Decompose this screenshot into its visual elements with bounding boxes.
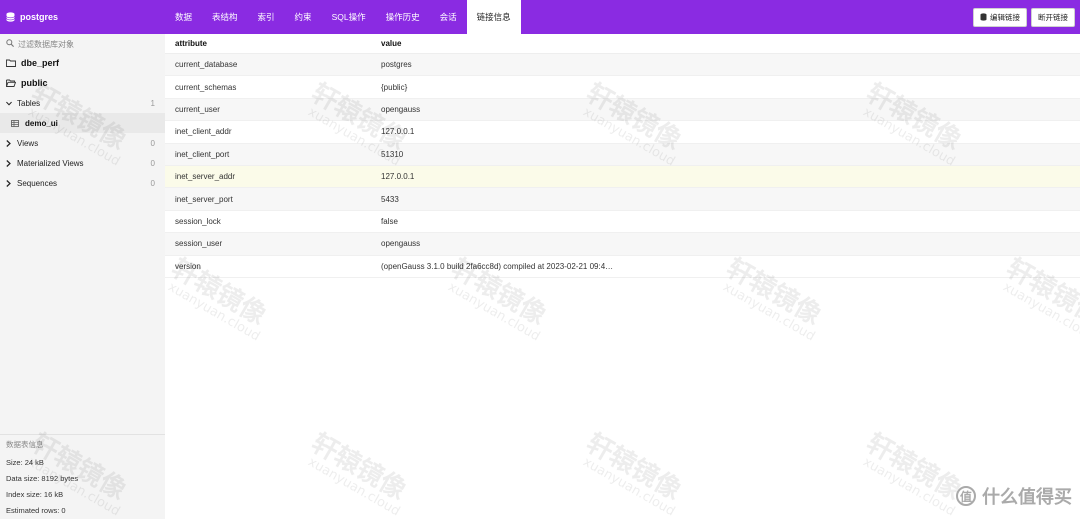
tab-history[interactable]: 操作历史 [376,0,430,34]
tab-sessions[interactable]: 会话 [430,0,467,34]
search-icon [6,39,14,49]
table-item-label: demo_ui [25,118,58,128]
group-label: Materialized Views [17,158,84,168]
disconnect-label: 断开链接 [1038,12,1068,22]
tab-data[interactable]: 数据 [165,0,202,34]
cell-value: {public} [381,82,408,92]
cell-attribute: inet_client_addr [175,127,232,137]
cell-attribute: session_lock [175,216,221,226]
table-row[interactable]: current_schemas {public} [165,76,1080,99]
table-row[interactable]: inet_server_port 5433 [165,188,1080,211]
tab-spacer [521,0,973,34]
table-icon [11,119,19,127]
cell-value: opengauss [381,104,421,114]
cell-attribute: inet_server_port [175,194,233,204]
group-views[interactable]: Views 0 [0,133,165,153]
group-tables[interactable]: Tables 1 [0,93,165,113]
database-icon [980,13,987,21]
header-actions: 编辑链接 断开链接 [973,0,1080,34]
cell-value: (openGauss 3.1.0 build 2fa6cc8d) compile… [381,261,614,271]
table-row[interactable]: current_user opengauss [165,98,1080,122]
cell-attribute: inet_server_addr [175,172,236,182]
logo-text: 什么值得买 [982,487,1072,508]
database-name: postgres [20,12,59,22]
group-label: Tables [17,98,41,108]
table-row[interactable]: inet_client_addr 127.0.0.1 [165,121,1080,144]
filter-input[interactable] [18,39,158,49]
tab-connection-info[interactable]: 链接信息 [466,0,521,34]
table-item-demo-ui[interactable]: demo_ui [0,113,165,133]
cell-value: 5433 [381,194,399,204]
corner-logo: 值 什么值得买 [956,483,1072,509]
group-count: 1 [150,98,155,108]
top-tab-bar: 数据 表结构 索引 约束 SQL操作 操作历史 会话 链接信息 编辑链接 断开链… [165,0,1080,34]
group-sequences[interactable]: Sequences 0 [0,173,165,193]
table-info-panel: 数据表信息 Size: 24 kB Data size: 8192 bytes … [0,434,165,519]
column-header-value: value [381,39,402,48]
tab-indexes[interactable]: 索引 [248,0,285,34]
cell-attribute: current_user [175,104,220,114]
table-row[interactable]: session_user opengauss [165,233,1080,256]
table-info-title: 数据表信息 [6,440,44,449]
table-row[interactable]: inet_client_port 51310 [165,143,1080,166]
chevron-right-icon [6,139,12,147]
group-count: 0 [150,158,155,168]
table-estimated-rows: Estimated rows: 0 [6,506,66,515]
edit-connection-label: 编辑链接 [990,12,1020,22]
cell-value: postgres [381,60,412,70]
table-size: Size: 24 kB [6,458,44,467]
cell-attribute: session_user [175,239,223,249]
cell-value: opengauss [381,239,421,249]
cell-attribute: inet_client_port [175,149,230,159]
chevron-down-icon [6,101,12,106]
folder-icon [6,59,16,67]
sidebar: postgres dbe_perf public Tables 1 demo_u… [0,0,165,519]
folder-open-icon [6,79,16,87]
filter-bar [0,35,165,53]
table-index-size: Index size: 16 kB [6,490,64,499]
database-icon [6,12,15,22]
cell-value: 127.0.0.1 [381,127,415,137]
schema-item-public[interactable]: public [0,73,165,93]
database-header[interactable]: postgres [0,0,165,34]
cell-attribute: current_database [175,60,238,70]
tab-constraints[interactable]: 约束 [285,0,322,34]
cell-value: false [381,216,398,226]
cell-value: 51310 [381,149,404,159]
column-header-attribute: attribute [175,39,207,48]
cell-attribute: version [175,261,201,271]
table-row[interactable]: version (openGauss 3.1.0 build 2fa6cc8d) … [165,256,1080,278]
table-data-size: Data size: 8192 bytes [6,474,79,483]
schema-label: public [21,78,48,88]
table-row[interactable]: session_lock false [165,211,1080,234]
group-label: Views [17,138,39,148]
schema-item-dbe-perf[interactable]: dbe_perf [0,53,165,73]
schema-label: dbe_perf [21,58,60,68]
tab-structure[interactable]: 表结构 [202,0,248,34]
cell-attribute: current_schemas [175,82,237,92]
group-count: 0 [150,138,155,148]
tab-sql[interactable]: SQL操作 [322,0,376,34]
group-label: Sequences [17,178,58,188]
group-materialized-views[interactable]: Materialized Views 0 [0,153,165,173]
edit-connection-button[interactable]: 编辑链接 [973,7,1027,27]
table-row[interactable]: current_database postgres [165,54,1080,77]
table-row-highlighted[interactable]: inet_server_addr 127.0.0.1 [165,165,1080,189]
logo-icon: 值 [956,486,976,506]
table-header: attribute value [165,34,1080,54]
chevron-right-icon [6,179,12,187]
cell-value: 127.0.0.1 [381,172,415,182]
connection-info-table: attribute value current_database postgres… [165,34,1080,519]
chevron-right-icon [6,159,12,167]
group-count: 0 [150,178,155,188]
disconnect-button[interactable]: 断开链接 [1031,7,1075,27]
table-body: current_database postgres current_schemas… [165,54,1080,278]
